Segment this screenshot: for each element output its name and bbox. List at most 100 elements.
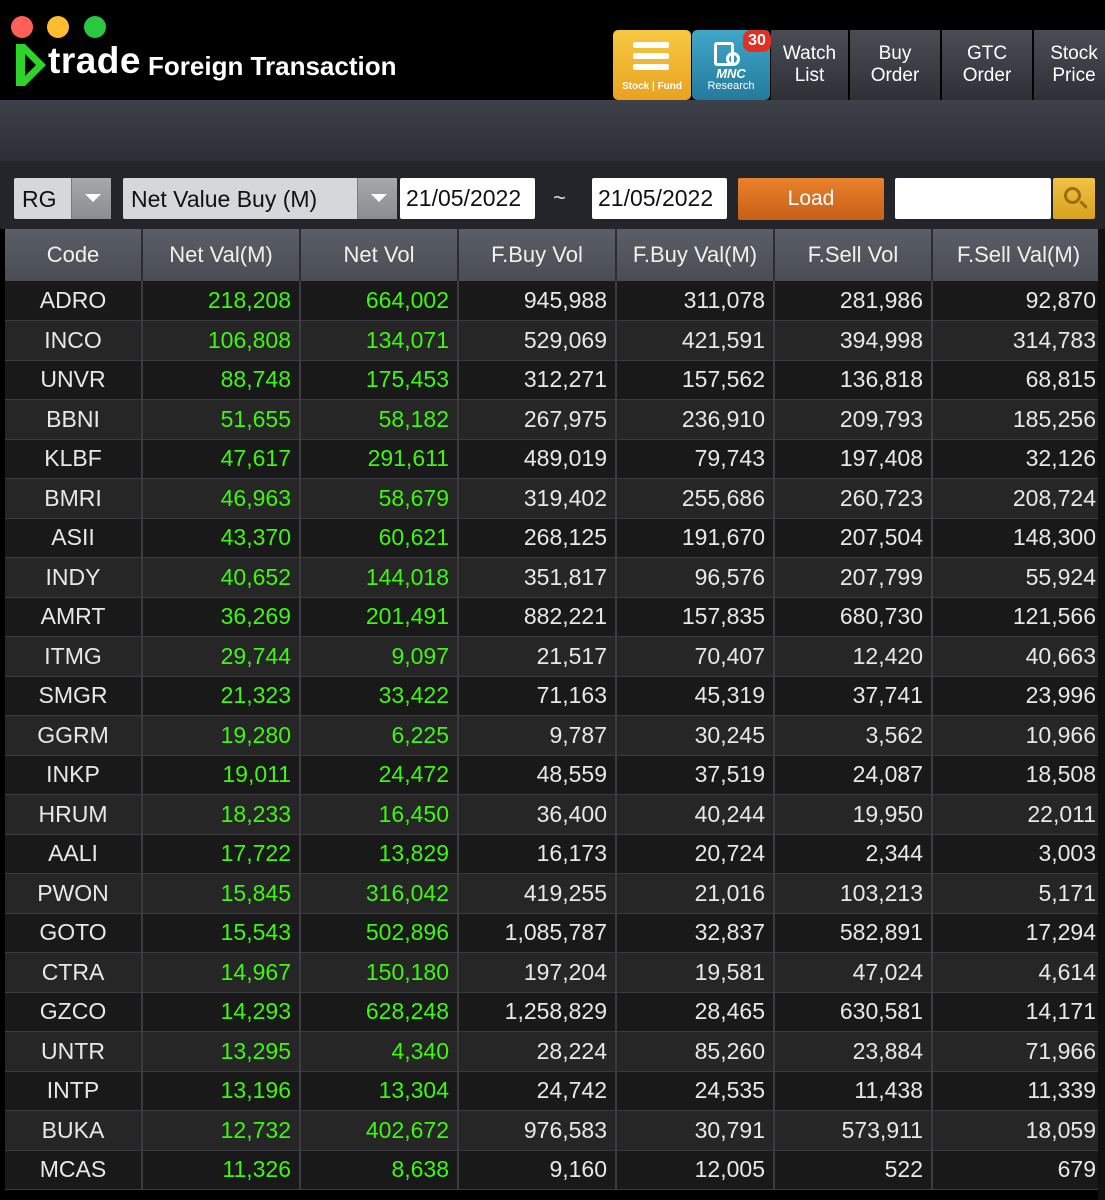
table-row[interactable]: HRUM 18,233 16,450 36,400 40,244 19,950 22,011 <box>5 794 1105 835</box>
cell-fbuy-val: 21,016 <box>616 873 775 914</box>
cell-fbuy-val: 30,791 <box>616 1110 775 1151</box>
table-row[interactable]: GOTO 15,543 502,896 1,085,787 32,837 582,891 1… <box>5 913 1105 953</box>
cell-fsell-vol: 136,818 <box>774 360 933 400</box>
table-row[interactable]: GGRM 19,280 6,225 9,787 30,245 3,562 10,966 <box>5 715 1105 756</box>
cell-fsell-vol: 207,799 <box>774 557 933 598</box>
table-row[interactable]: AALI 17,722 13,829 16,173 20,724 2,344 3,003 <box>5 834 1105 874</box>
cell-net-vol: 402,672 <box>300 1110 459 1151</box>
cell-net-val: 19,280 <box>142 715 301 756</box>
cell-fbuy-vol: 319,402 <box>458 478 617 519</box>
cell-fsell-vol: 394,998 <box>774 320 933 361</box>
table-row[interactable]: INKP 19,011 24,472 48,559 37,519 24,087 18,508 <box>5 755 1105 795</box>
cell-fbuy-val: 157,562 <box>616 360 775 400</box>
cell-fbuy-val: 30,245 <box>616 715 775 756</box>
column-header-fbuy-vol[interactable]: F.Buy Vol <box>458 229 617 281</box>
table-row[interactable]: ADRO 218,208 664,002 945,988 311,078 281,986 9… <box>5 281 1105 321</box>
stock-price-line1: Stock <box>1050 43 1098 64</box>
cell-code: INKP <box>5 755 143 795</box>
cell-net-vol: 8,638 <box>300 1150 459 1190</box>
watch-list-line2: List <box>794 65 825 86</box>
cell-fbuy-vol: 1,085,787 <box>458 913 617 953</box>
load-button[interactable]: Load <box>738 178 884 220</box>
date-to-input[interactable] <box>592 178 727 219</box>
column-header-code[interactable]: Code <box>5 229 143 281</box>
cell-fbuy-vol: 489,019 <box>458 439 617 479</box>
cell-fsell-vol: 209,793 <box>774 399 933 440</box>
cell-code: GGRM <box>5 715 143 756</box>
table-row[interactable]: BUKA 12,732 402,672 976,583 30,791 573,911 18,… <box>5 1110 1105 1151</box>
vertical-scrollbar[interactable] <box>1098 229 1105 1200</box>
logo-text: trade <box>48 40 141 81</box>
table-row[interactable]: INCO 106,808 134,071 529,069 421,591 394,998 3… <box>5 320 1105 361</box>
search-input[interactable] <box>895 178 1051 219</box>
cell-fsell-val: 18,508 <box>932 755 1105 795</box>
cell-net-vol: 9,097 <box>300 636 459 677</box>
chevron-down-icon[interactable] <box>71 178 111 219</box>
column-header-fsell-val[interactable]: F.Sell Val(M) <box>932 229 1105 281</box>
cell-code: UNVR <box>5 360 143 400</box>
foreign-transaction-table: Code Net Val(M) Net Vol F.Buy Vol F.Buy … <box>5 229 1105 1190</box>
cell-fbuy-vol: 419,255 <box>458 873 617 914</box>
stock-price-button[interactable]: Stock Price <box>1034 30 1105 100</box>
cell-fbuy-val: 45,319 <box>616 676 775 716</box>
table-row[interactable]: BBNI 51,655 58,182 267,975 236,910 209,793 185… <box>5 399 1105 440</box>
table-row[interactable]: INDY 40,652 144,018 351,817 96,576 207,799 55,… <box>5 557 1105 598</box>
table-row[interactable]: UNVR 88,748 175,453 312,271 157,562 136,818 68… <box>5 360 1105 400</box>
cell-code: ADRO <box>5 281 143 321</box>
table-row[interactable]: PWON 15,845 316,042 419,255 21,016 103,213 5,1… <box>5 873 1105 914</box>
cell-fbuy-val: 28,465 <box>616 992 775 1032</box>
chevron-down-icon[interactable] <box>357 178 397 219</box>
table-row[interactable]: ITMG 29,744 9,097 21,517 70,407 12,420 40,663 <box>5 636 1105 677</box>
research-brand: MNC <box>716 66 746 81</box>
cell-net-vol: 4,340 <box>300 1031 459 1072</box>
table-row[interactable]: CTRA 14,967 150,180 197,204 19,581 47,024 4,61… <box>5 952 1105 993</box>
cell-fsell-vol: 573,911 <box>774 1110 933 1151</box>
column-header-net-vol[interactable]: Net Vol <box>300 229 459 281</box>
table-row[interactable]: KLBF 47,617 291,611 489,019 79,743 197,408 32,… <box>5 439 1105 479</box>
board-select[interactable]: RG <box>14 178 111 219</box>
table-row[interactable]: INTP 13,196 13,304 24,742 24,535 11,438 11,339 <box>5 1071 1105 1111</box>
cell-fsell-vol: 2,344 <box>774 834 933 874</box>
column-header-fsell-vol[interactable]: F.Sell Vol <box>774 229 933 281</box>
maximize-window-icon[interactable] <box>84 16 106 38</box>
cell-net-vol: 6,225 <box>300 715 459 756</box>
gtc-order-button[interactable]: GTC Order <box>942 30 1032 100</box>
sort-by-select-value: Net Value Buy (M) <box>131 186 318 212</box>
table-row[interactable]: BMRI 46,963 58,679 319,402 255,686 260,723 208… <box>5 478 1105 519</box>
cell-fsell-val: 314,783 <box>932 320 1105 361</box>
cell-fsell-val: 32,126 <box>932 439 1105 479</box>
stock-fund-button[interactable]: Stock | Fund <box>613 30 691 100</box>
cell-fsell-vol: 103,213 <box>774 873 933 914</box>
column-header-net-val[interactable]: Net Val(M) <box>142 229 301 281</box>
buy-order-button[interactable]: Buy Order <box>850 30 940 100</box>
magnifier-icon <box>726 52 740 66</box>
table-row[interactable]: UNTR 13,295 4,340 28,224 85,260 23,884 71,966 <box>5 1031 1105 1072</box>
cell-code: HRUM <box>5 794 143 835</box>
date-from-input[interactable] <box>400 178 535 219</box>
column-header-fbuy-val[interactable]: F.Buy Val(M) <box>616 229 775 281</box>
cell-fsell-vol: 260,723 <box>774 478 933 519</box>
cell-net-val: 14,293 <box>142 992 301 1032</box>
sort-by-select[interactable]: Net Value Buy (M) <box>123 178 397 219</box>
cell-fbuy-vol: 529,069 <box>458 320 617 361</box>
minimize-window-icon[interactable] <box>47 16 69 38</box>
search-button[interactable] <box>1053 178 1095 219</box>
cell-fsell-vol: 197,408 <box>774 439 933 479</box>
cell-net-val: 46,963 <box>142 478 301 519</box>
table-row[interactable]: SMGR 21,323 33,422 71,163 45,319 37,741 23,996 <box>5 676 1105 716</box>
table-row[interactable]: AMRT 36,269 201,491 882,221 157,835 680,730 12… <box>5 597 1105 637</box>
close-window-icon[interactable] <box>11 16 33 38</box>
cell-code: PWON <box>5 873 143 914</box>
cell-net-vol: 316,042 <box>300 873 459 914</box>
cell-fsell-val: 148,300 <box>932 518 1105 558</box>
cell-net-vol: 201,491 <box>300 597 459 637</box>
watch-list-button[interactable]: Watch List <box>771 30 848 100</box>
cell-code: ITMG <box>5 636 143 677</box>
cell-net-vol: 60,621 <box>300 518 459 558</box>
table-row[interactable]: GZCO 14,293 628,248 1,258,829 28,465 630,581 1… <box>5 992 1105 1032</box>
table-row[interactable]: MCAS 11,326 8,638 9,160 12,005 522 679 <box>5 1150 1105 1190</box>
cell-fbuy-vol: 71,163 <box>458 676 617 716</box>
cell-fsell-val: 208,724 <box>932 478 1105 519</box>
table-row[interactable]: ASII 43,370 60,621 268,125 191,670 207,504 148… <box>5 518 1105 558</box>
cell-net-vol: 58,182 <box>300 399 459 440</box>
